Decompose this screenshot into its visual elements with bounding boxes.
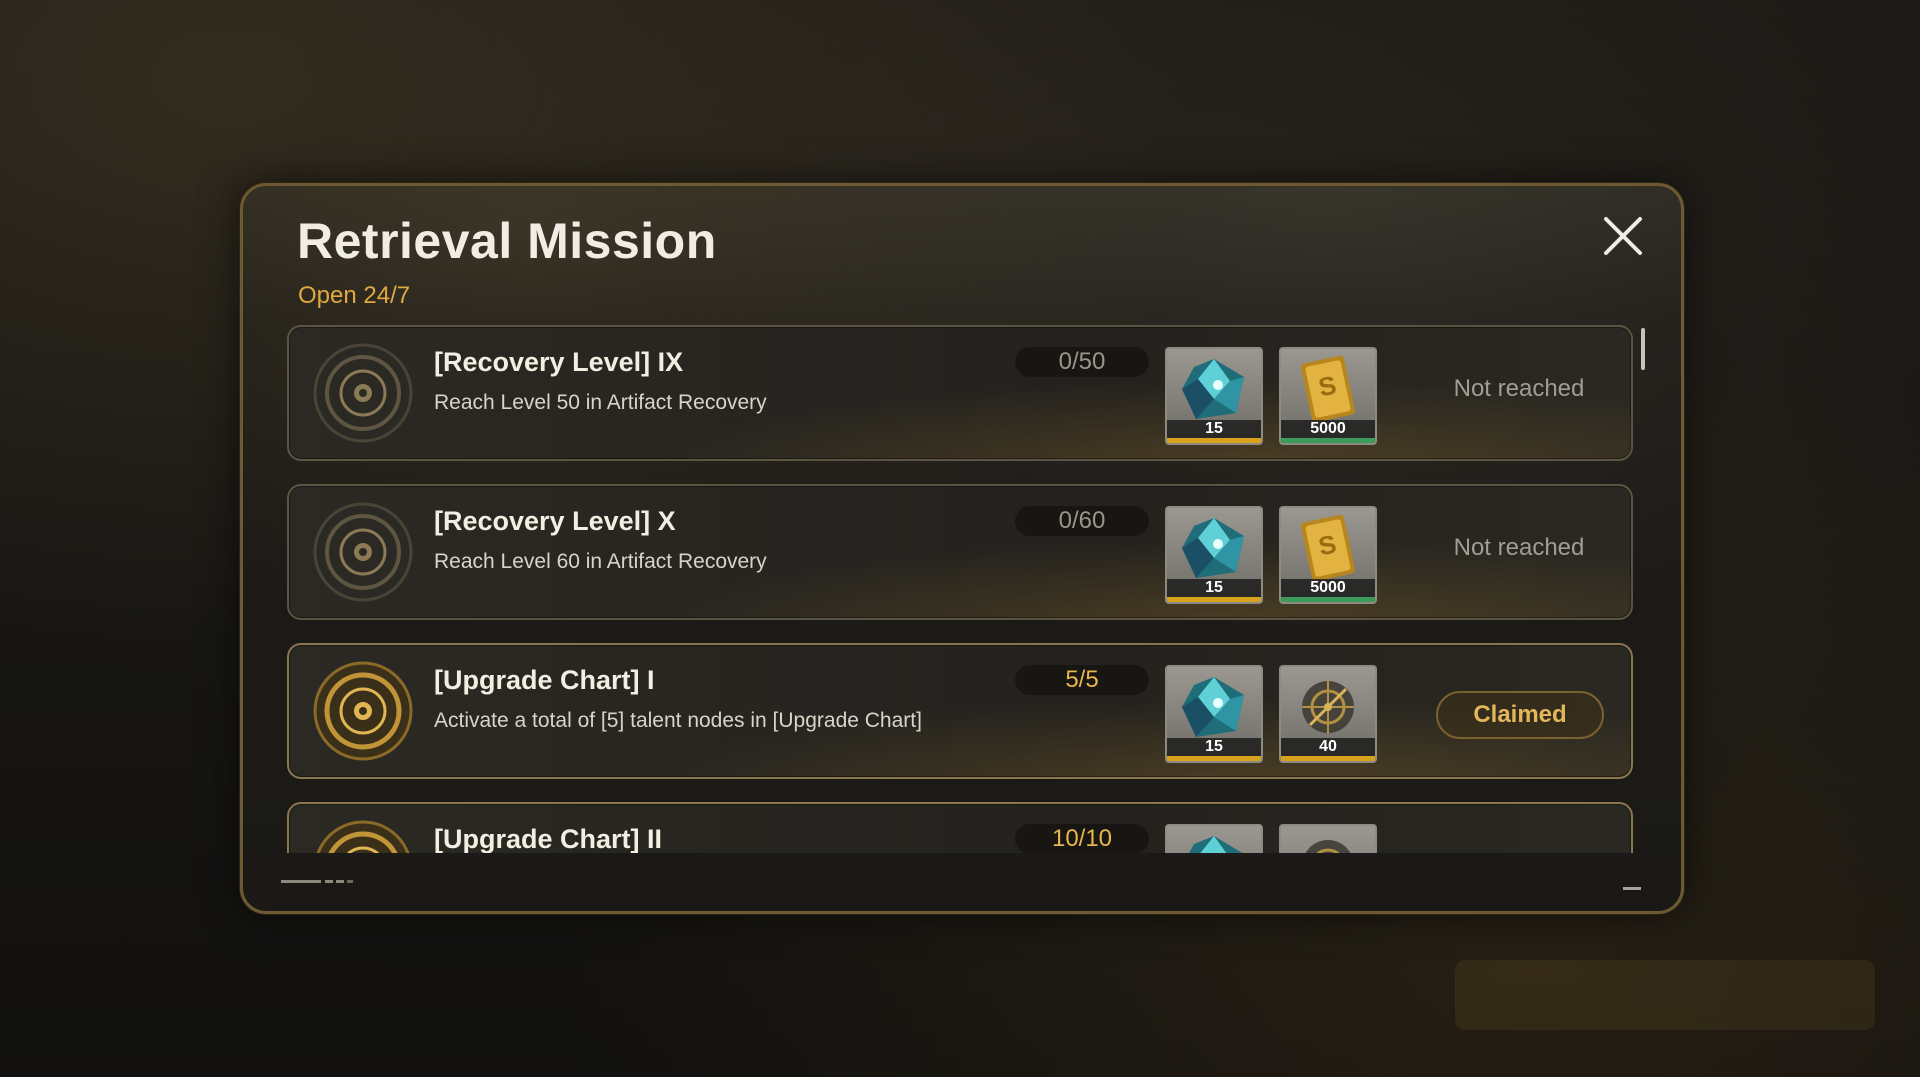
- reward-item[interactable]: [1165, 824, 1263, 855]
- mission-progress: 0/50: [1015, 347, 1149, 377]
- crystal-icon: [1182, 677, 1244, 737]
- reward-item[interactable]: S 5000: [1279, 506, 1377, 604]
- mission-list[interactable]: [Recovery Level] IX Reach Level 50 in Ar…: [287, 325, 1637, 855]
- reward-item[interactable]: [1279, 824, 1377, 855]
- mission-card: [Recovery Level] X Reach Level 60 in Art…: [287, 484, 1633, 620]
- reward-quantity: 15: [1167, 738, 1261, 756]
- reward-item[interactable]: S 5000: [1279, 347, 1377, 445]
- reward-quantity: 40: [1281, 738, 1375, 756]
- status-label: Not reached: [1453, 534, 1585, 561]
- close-button[interactable]: [1600, 213, 1646, 259]
- mission-progress: 5/5: [1015, 665, 1149, 695]
- crystal-icon: [1182, 518, 1244, 578]
- mission-description: Reach Level 50 in Artifact Recovery: [434, 391, 767, 414]
- rarity-bar: [1281, 756, 1375, 761]
- reward-item[interactable]: 15: [1165, 665, 1263, 763]
- mission-name: [Upgrade Chart] II: [434, 824, 663, 854]
- modal-footer: [243, 853, 1681, 911]
- footer-decoration: [281, 880, 353, 883]
- mission-emblem-icon: [315, 820, 411, 855]
- reward-quantity: 5000: [1281, 420, 1375, 438]
- reward-quantity: 15: [1167, 579, 1261, 597]
- close-icon: [1604, 217, 1642, 255]
- background-blurred-button: [1455, 960, 1875, 1030]
- mission-name: [Recovery Level] IX: [434, 347, 684, 377]
- compass-gear-icon: [1302, 681, 1354, 733]
- rarity-bar: [1167, 597, 1261, 602]
- reward-quantity: 15: [1167, 420, 1261, 438]
- crystal-icon: [1182, 359, 1244, 419]
- scrollbar-thumb[interactable]: [1641, 328, 1645, 370]
- crystal-icon: [1188, 836, 1244, 855]
- mission-card: [Recovery Level] IX Reach Level 50 in Ar…: [287, 325, 1633, 461]
- rarity-bar: [1281, 438, 1375, 443]
- reward-quantity: 5000: [1281, 579, 1375, 597]
- claimed-button[interactable]: Claimed: [1436, 691, 1604, 739]
- rarity-bar: [1167, 756, 1261, 761]
- mission-name: [Recovery Level] X: [434, 506, 676, 536]
- status-label: Not reached: [1453, 375, 1585, 402]
- gold-bar-icon: S: [1300, 355, 1356, 423]
- mission-card: [Upgrade Chart] I Activate a total of [5…: [287, 643, 1633, 779]
- retrieval-mission-modal: Retrieval Mission Open 24/7 [Recovery Le…: [240, 183, 1684, 914]
- compass-gear-icon: [1304, 840, 1352, 855]
- mission-name: [Upgrade Chart] I: [434, 665, 655, 695]
- rarity-bar: [1167, 438, 1261, 443]
- mission-description: Reach Level 60 in Artifact Recovery: [434, 550, 767, 573]
- reward-item[interactable]: 15: [1165, 506, 1263, 604]
- mission-description: Activate a total of [5] talent nodes in …: [434, 709, 922, 732]
- modal-title: Retrieval Mission: [297, 213, 717, 269]
- reward-item[interactable]: 40: [1279, 665, 1377, 763]
- modal-subtitle: Open 24/7: [298, 282, 411, 309]
- mission-emblem-icon: [313, 661, 413, 761]
- mission-card: [Upgrade Chart] II 10/10: [287, 802, 1633, 855]
- mission-progress: 0/60: [1015, 506, 1149, 536]
- reward-item[interactable]: 15: [1165, 347, 1263, 445]
- rarity-bar: [1281, 597, 1375, 602]
- mission-emblem-icon: [313, 502, 413, 602]
- gold-bar-icon: S: [1300, 514, 1356, 582]
- mission-emblem-icon: [313, 343, 413, 443]
- mission-progress: 10/10: [1015, 824, 1149, 854]
- corner-mark: [1623, 887, 1641, 890]
